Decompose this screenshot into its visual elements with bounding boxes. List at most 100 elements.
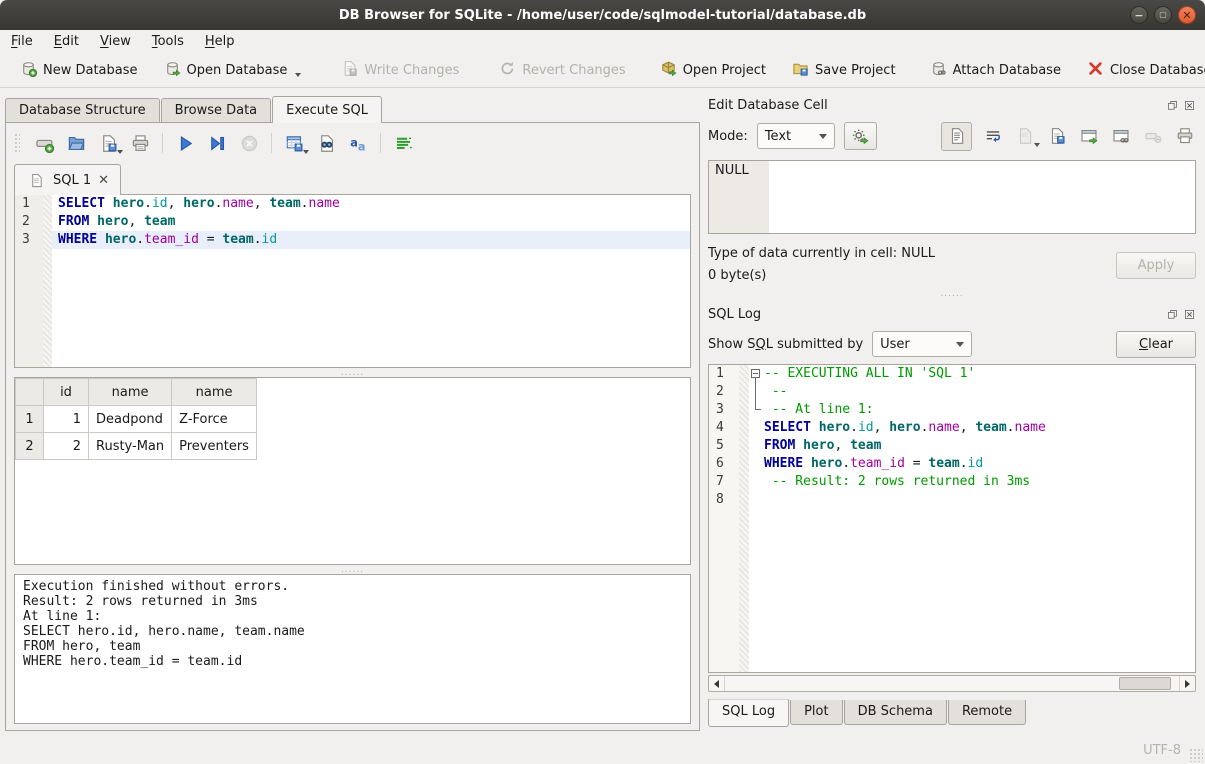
apply-button[interactable]: Apply <box>1116 252 1196 279</box>
close-dock-icon[interactable] <box>1183 308 1196 321</box>
clear-log-button[interactable]: Clear <box>1116 331 1196 358</box>
new-database-button[interactable]: New Database <box>12 56 146 85</box>
results-table: idnamename11DeadpondZ-Force22Rusty-ManPr… <box>15 378 257 460</box>
bottom-tab-plot[interactable]: Plot <box>790 700 843 725</box>
tab-execute-sql[interactable]: Execute SQL <box>272 96 382 123</box>
cell-value-editor[interactable]: NULL <box>708 160 1196 234</box>
scrollbar-thumb[interactable] <box>1119 677 1171 690</box>
menu-edit[interactable]: Edit <box>54 34 79 49</box>
copy-link-icon[interactable] <box>1110 125 1132 147</box>
mode-select[interactable]: Text <box>757 123 835 149</box>
cell-type-info: Type of data currently in cell: NULL <box>708 243 935 265</box>
print-sql-icon[interactable] <box>130 133 150 153</box>
scroll-right-icon[interactable] <box>1179 676 1195 691</box>
code-line: 4SELECT hero.id, hero.name, team.name <box>709 419 1195 437</box>
sql-log-view[interactable]: 1-- EXECUTING ALL IN 'SQL 1'2 --3 -- At … <box>708 364 1196 673</box>
new-sql-tab-icon[interactable] <box>34 133 54 153</box>
open-sql-file-icon[interactable] <box>66 133 86 153</box>
print-cell-icon[interactable] <box>1174 125 1196 147</box>
menu-tools[interactable]: Tools <box>152 34 184 49</box>
auto-switch-mode-button[interactable] <box>844 122 877 150</box>
table-cell[interactable]: 2 <box>44 433 89 460</box>
open-database-button[interactable]: Open Database <box>156 56 310 85</box>
table-cell[interactable]: Z-Force <box>172 406 257 433</box>
code-token: hero <box>819 420 850 435</box>
open-external-icon[interactable] <box>1078 125 1100 147</box>
table-cell[interactable]: Preventers <box>172 433 257 460</box>
open-project-button[interactable]: Open Project <box>652 56 774 85</box>
chevron-down-icon[interactable] <box>1034 143 1040 147</box>
execute-all-icon[interactable] <box>175 133 195 153</box>
menu-file[interactable]: File <box>11 34 33 49</box>
encoding-indicator: UTF-8 <box>1143 743 1181 758</box>
dock-splitter-handle[interactable]: ...... <box>708 287 1196 301</box>
column-header[interactable]: name <box>172 379 257 406</box>
sql-tab[interactable]: SQL 1 ✕ <box>14 164 121 195</box>
tab-browse-data[interactable]: Browse Data <box>161 98 272 122</box>
export-data-icon[interactable] <box>1046 125 1068 147</box>
menu-help[interactable]: Help <box>205 34 235 49</box>
bottom-tab-db-schema[interactable]: DB Schema <box>844 700 947 725</box>
bottom-tab-sql-log[interactable]: SQL Log <box>708 699 789 727</box>
float-dock-icon[interactable] <box>1166 308 1179 321</box>
set-null-icon[interactable] <box>1142 125 1164 147</box>
title-bar[interactable]: DB Browser for SQLite - /home/user/code/… <box>0 0 1205 30</box>
column-header[interactable]: id <box>44 379 89 406</box>
execute-current-line-icon[interactable] <box>207 133 227 153</box>
close-database-button[interactable]: Close Database <box>1079 56 1205 85</box>
log-source-value: User <box>880 337 910 352</box>
cell-value-area[interactable] <box>769 161 1195 233</box>
save-project-button[interactable]: Save Project <box>784 56 904 85</box>
toolbar-drag-handle[interactable] <box>14 133 20 153</box>
mode-value: Text <box>765 129 791 144</box>
splitter-handle[interactable]: ...... <box>14 565 691 574</box>
sql-log-title: SQL Log <box>708 307 1166 322</box>
log-source-select[interactable]: User <box>872 331 972 357</box>
menu-view[interactable]: View <box>100 34 131 49</box>
tab-database-structure[interactable]: Database Structure <box>5 98 160 122</box>
fold-marker[interactable] <box>749 365 764 383</box>
log-horizontal-scrollbar[interactable] <box>708 675 1196 692</box>
code-text: WHERE hero.team_id = team.id <box>764 455 983 473</box>
workspace: Database StructureBrowse DataExecute SQL… <box>0 88 1205 736</box>
line-number: 3 <box>709 401 739 419</box>
text-mode-icon[interactable] <box>941 122 972 151</box>
code-token: . <box>842 456 850 471</box>
close-dock-icon[interactable] <box>1183 99 1196 112</box>
table-cell[interactable]: Rusty-Man <box>89 433 172 460</box>
word-wrap-icon[interactable] <box>982 125 1004 147</box>
auto-complete-icon[interactable]: aa <box>348 133 368 153</box>
table-cell[interactable]: Deadpond <box>89 406 172 433</box>
splitter-handle[interactable]: ...... <box>14 368 691 377</box>
minimize-button[interactable]: − <box>1130 6 1148 24</box>
column-header[interactable]: name <box>89 379 172 406</box>
toolbar-separator <box>271 133 272 153</box>
save-project-icon <box>792 60 809 81</box>
row-number[interactable]: 2 <box>16 433 44 460</box>
import-data-icon[interactable] <box>1014 125 1036 147</box>
resize-grip-icon[interactable] <box>1189 748 1203 762</box>
scroll-left-icon[interactable] <box>709 676 725 691</box>
maximize-button[interactable]: ▢ <box>1154 6 1172 24</box>
format-sql-icon[interactable] <box>393 133 413 153</box>
attach-database-button[interactable]: Attach Database <box>922 56 1069 85</box>
table-cell[interactable]: 1 <box>44 406 89 433</box>
chevron-down-icon[interactable] <box>117 150 123 154</box>
code-line: 3 -- At line 1: <box>709 401 1195 419</box>
chevron-down-icon[interactable] <box>295 73 301 77</box>
edit-cell-dock-title: Edit Database Cell <box>708 94 1196 116</box>
row-number[interactable]: 1 <box>16 406 44 433</box>
chevron-down-icon[interactable] <box>303 150 309 154</box>
sql-tab-close-icon[interactable]: ✕ <box>98 173 109 188</box>
table-row: 11DeadpondZ-Force <box>16 406 257 433</box>
float-dock-icon[interactable] <box>1166 99 1179 112</box>
save-results-icon[interactable] <box>284 133 304 153</box>
save-sql-file-icon[interactable] <box>98 133 118 153</box>
bottom-tab-remote[interactable]: Remote <box>948 700 1026 725</box>
revert-changes-button[interactable]: Revert Changes <box>491 56 633 85</box>
find-in-sql-icon[interactable] <box>316 133 336 153</box>
close-button[interactable]: ✕ <box>1178 6 1196 24</box>
sql-editor[interactable]: 1SELECT hero.id, hero.name, team.name2FR… <box>14 194 691 368</box>
write-changes-button[interactable]: Write Changes <box>333 56 467 85</box>
stop-execution-icon[interactable] <box>239 133 259 153</box>
